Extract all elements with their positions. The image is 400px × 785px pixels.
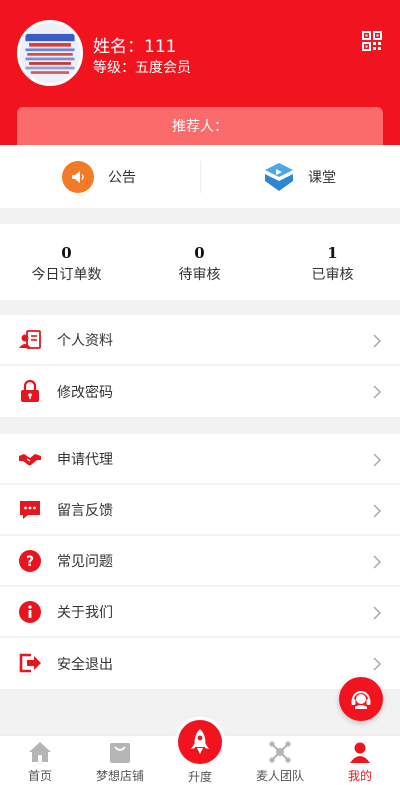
menu-item-faq[interactable]: ? 常见问题 <box>0 536 400 587</box>
menu-label: 个人资料 <box>57 332 113 349</box>
avatar-image <box>20 23 80 83</box>
menu-label: 关于我们 <box>57 604 113 621</box>
home-icon <box>29 742 51 762</box>
quick-links: 公告 课堂 <box>0 145 400 208</box>
handshake-icon <box>19 454 41 466</box>
referrer-bar: 推荐人： <box>17 107 383 147</box>
rocket-button <box>178 720 222 764</box>
tab-upgrade-label: 升度 <box>187 770 212 784</box>
rocket-icon <box>191 729 209 754</box>
logout-icon <box>19 653 41 673</box>
tab-label: 梦想店铺 <box>95 769 144 783</box>
tab-label: 首页 <box>27 769 52 783</box>
stat-pending[interactable]: 0 待审核 <box>133 244 266 284</box>
profile-card-icon <box>19 330 41 349</box>
menu-item-feedback[interactable]: 留言反馈 <box>0 485 400 536</box>
user-name: 姓名：111 <box>93 37 177 57</box>
question-icon: ? <box>19 550 41 572</box>
announcement-link[interactable]: 公告 <box>62 145 136 208</box>
stat-value: 0 <box>194 244 205 262</box>
menu-account: 个人资料 修改密码 <box>0 315 400 417</box>
classroom-link[interactable]: 课堂 <box>262 145 336 208</box>
shop-bag-icon <box>110 743 130 763</box>
stat-value: 0 <box>61 244 72 262</box>
stat-label: 今日订单数 <box>31 267 102 283</box>
menu-label: 留言反馈 <box>57 502 113 519</box>
stat-value: 1 <box>327 244 338 262</box>
stat-approved[interactable]: 1 已审核 <box>266 244 399 284</box>
tab-label: 我的 <box>347 769 372 783</box>
classroom-icon <box>265 162 293 191</box>
order-stats: 0 今日订单数 0 待审核 1 已审核 <box>0 224 400 300</box>
menu-label: 常见问题 <box>57 553 113 570</box>
menu-item-change-password[interactable]: 修改密码 <box>0 366 400 417</box>
user-icon <box>350 742 370 763</box>
menu-label: 安全退出 <box>57 656 113 673</box>
lock-icon <box>21 379 39 402</box>
chevron-right-icon <box>373 555 382 569</box>
qr-code-icon[interactable] <box>362 31 382 51</box>
tab-mine[interactable]: 我的 <box>320 736 400 785</box>
classroom-label: 课堂 <box>308 169 336 186</box>
user-level: 等级：五度会员 <box>93 60 191 76</box>
menu-more: 申请代理 留言反馈 ? 常见问题 关于我们 安全退出 <box>0 434 400 689</box>
menu-item-logout[interactable]: 安全退出 <box>0 638 400 689</box>
menu-item-about[interactable]: 关于我们 <box>0 587 400 638</box>
avatar[interactable] <box>17 20 83 86</box>
quick-divider <box>200 161 201 193</box>
tab-upgrade[interactable] <box>175 717 225 767</box>
chevron-right-icon <box>373 453 382 467</box>
stat-label: 待审核 <box>178 267 221 283</box>
svg-text:?: ? <box>26 554 34 570</box>
announcement-label: 公告 <box>108 169 136 186</box>
menu-label: 修改密码 <box>57 384 113 401</box>
tab-home[interactable]: 首页 <box>0 736 80 785</box>
tab-team[interactable]: 麦人团队 <box>240 736 320 785</box>
network-icon <box>269 741 291 763</box>
customer-service-button[interactable] <box>339 677 383 721</box>
headset-icon <box>351 691 371 709</box>
chevron-right-icon <box>373 504 382 518</box>
tab-dream-shop[interactable]: 梦想店铺 <box>80 736 160 785</box>
chat-bubble-icon <box>20 501 40 519</box>
stat-label: 已审核 <box>311 267 354 283</box>
info-icon <box>19 601 41 623</box>
chevron-right-icon <box>373 657 382 671</box>
megaphone-icon <box>62 160 94 193</box>
chevron-right-icon <box>373 606 382 620</box>
chevron-right-icon <box>373 385 382 399</box>
profile-header: 姓名：111 等级：五度会员 推荐人： <box>0 0 400 147</box>
tab-label: 麦人团队 <box>255 769 304 783</box>
menu-item-apply-agent[interactable]: 申请代理 <box>0 434 400 485</box>
menu-label: 申请代理 <box>57 451 113 468</box>
chevron-right-icon <box>373 334 382 348</box>
stat-today-orders[interactable]: 0 今日订单数 <box>0 244 133 284</box>
menu-item-profile[interactable]: 个人资料 <box>0 315 400 366</box>
